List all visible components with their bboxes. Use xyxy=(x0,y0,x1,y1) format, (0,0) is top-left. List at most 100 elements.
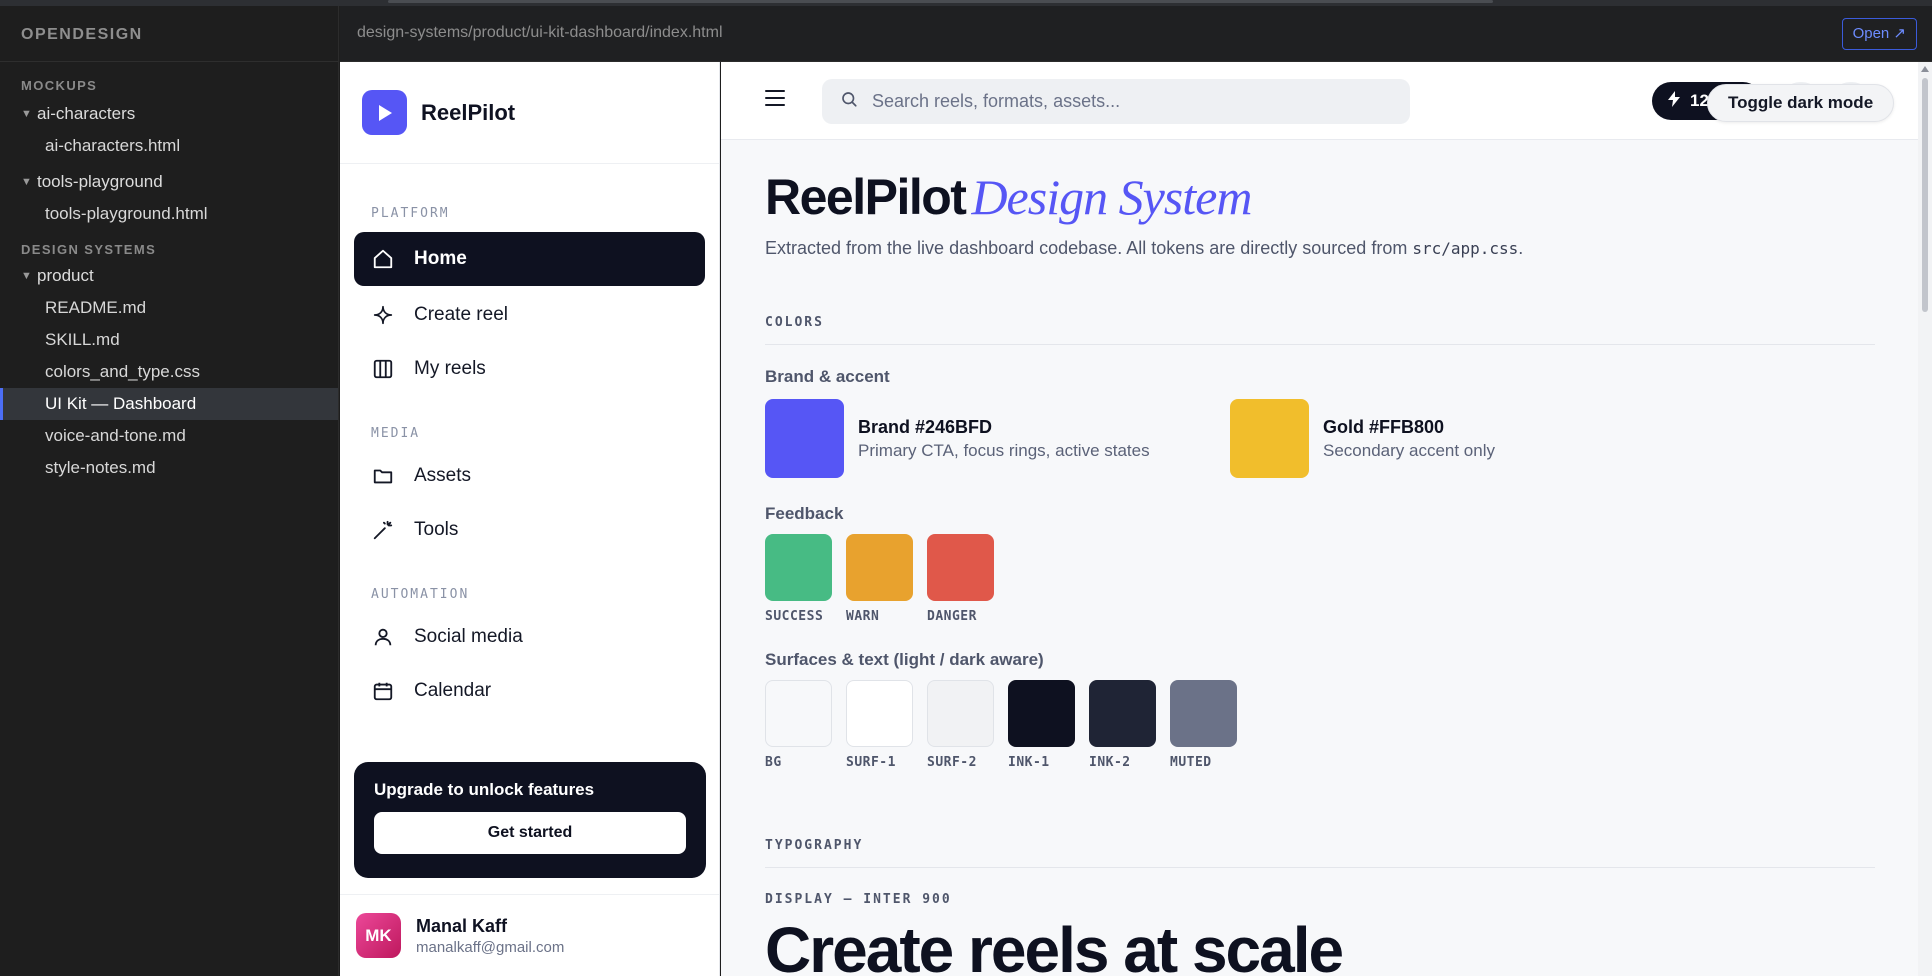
nav-item-label: Home xyxy=(414,248,467,269)
surf-1-color-chip xyxy=(846,680,913,747)
tree-folder-product[interactable]: ▼ product xyxy=(0,260,338,292)
nav-item-my-reels[interactable]: My reels xyxy=(354,342,705,396)
address-path[interactable]: design-systems/product/ui-kit-dashboard/… xyxy=(357,24,723,42)
bg-color-chip xyxy=(765,680,832,747)
swatch-label: DANGER xyxy=(927,609,977,624)
gold-swatch: Gold #FFB800 Secondary accent only xyxy=(1230,399,1695,478)
user-icon xyxy=(372,626,394,648)
tree-section-design-systems: DESIGN SYSTEMS xyxy=(21,242,157,257)
display-sample: Create reels at scale xyxy=(765,914,1344,976)
calendar-icon xyxy=(372,680,394,702)
ink-2-color-chip xyxy=(1089,680,1156,747)
tree-file-voice-and-tone[interactable]: voice-and-tone.md xyxy=(0,420,338,452)
address-bar: design-systems/product/ui-kit-dashboard/… xyxy=(340,6,1932,62)
app-logo-row[interactable]: ReelPilot xyxy=(340,62,719,164)
feedback-group-label: Feedback xyxy=(765,504,844,523)
tree-file-ai-characters[interactable]: ai-characters.html xyxy=(0,130,338,162)
nav-item-label: Tools xyxy=(414,519,459,540)
lightning-icon xyxy=(1668,90,1680,112)
nav-item-assets[interactable]: Assets xyxy=(354,449,705,503)
nav-item-label: Social media xyxy=(414,626,523,647)
menu-icon[interactable] xyxy=(765,90,785,106)
warn-color-chip xyxy=(846,534,913,601)
swatch-label: WARN xyxy=(846,609,880,624)
upgrade-card: Upgrade to unlock features Get started xyxy=(354,762,706,878)
tree-file-style-notes[interactable]: style-notes.md xyxy=(0,452,338,484)
surfaces-group-label: Surfaces & text (light / dark aware) xyxy=(765,650,1044,669)
brand-group-label: Brand & accent xyxy=(765,367,890,386)
tree-file-skill[interactable]: SKILL.md xyxy=(0,324,338,356)
sparkle-icon xyxy=(372,304,394,326)
ink-1-color-chip xyxy=(1008,680,1075,747)
brand-swatch: Brand #246BFD Primary CTA, focus rings, a… xyxy=(765,399,1230,478)
tree-section-mockups: MOCKUPS xyxy=(21,78,98,93)
feedback-swatches: SUCCESS WARN DANGER xyxy=(765,534,1875,624)
typography-heading: TYPOGRAPHY xyxy=(765,838,1875,868)
nav-item-tools[interactable]: Tools xyxy=(354,503,705,557)
play-logo-icon xyxy=(362,90,407,135)
nav-section-platform: PLATFORM xyxy=(371,206,450,221)
user-email: manalkaff@gmail.com xyxy=(416,938,565,956)
search-box[interactable] xyxy=(822,79,1410,124)
scrollbar-thumb[interactable] xyxy=(1922,78,1928,312)
open-external-button[interactable]: Open ↗ xyxy=(1841,18,1917,50)
gold-color-chip xyxy=(1230,399,1309,478)
tree-file-readme[interactable]: README.md xyxy=(0,292,338,324)
nav-item-social-media[interactable]: Social media xyxy=(354,610,705,664)
caret-down-icon: ▼ xyxy=(21,108,32,120)
tree-folder-ai-characters[interactable]: ▼ ai-characters xyxy=(0,98,338,130)
colors-heading: COLORS xyxy=(765,315,1875,345)
nav-section-media: MEDIA xyxy=(371,426,421,441)
caret-down-icon: ▼ xyxy=(21,176,32,188)
window-drag-bar[interactable] xyxy=(388,0,1493,3)
surface-swatches: BG SURF-1 SURF-2 INK-1 INK-2 MUTED xyxy=(765,680,1875,770)
brand-swatches: Brand #246BFD Primary CTA, focus rings, a… xyxy=(765,399,1875,478)
tree-file-ui-kit-dashboard[interactable]: UI Kit — Dashboard xyxy=(0,388,338,420)
swatch-label: SURF-1 xyxy=(846,755,896,770)
swatch-label: MUTED xyxy=(1170,755,1212,770)
swatch-label: SUCCESS xyxy=(765,609,824,624)
nav-item-home[interactable]: Home xyxy=(354,232,705,286)
swatch-label: INK-1 xyxy=(1008,755,1050,770)
nav-item-calendar[interactable]: Calendar xyxy=(354,664,705,718)
page-title: ReelPilot Design System xyxy=(765,169,1252,225)
swatch-label: INK-2 xyxy=(1089,755,1131,770)
app-name: ReelPilot xyxy=(421,99,516,125)
muted-color-chip xyxy=(1170,680,1237,747)
columns-icon xyxy=(372,358,394,380)
magic-wand-icon xyxy=(372,519,394,541)
app-sidebar: ReelPilot PLATFORM Home Create reel My r… xyxy=(340,62,720,976)
tree-folder-tools-playground[interactable]: ▼ tools-playground xyxy=(0,166,338,198)
surf-2-color-chip xyxy=(927,680,994,747)
file-tree-brand: OPENDESIGN xyxy=(0,6,338,62)
caret-down-icon: ▼ xyxy=(21,270,32,282)
tree-file-tools-playground[interactable]: tools-playground.html xyxy=(0,198,338,230)
get-started-button[interactable]: Get started xyxy=(374,812,686,854)
user-profile[interactable]: MK Manal Kaff manalkaff@gmail.com xyxy=(340,894,719,976)
success-color-chip xyxy=(765,534,832,601)
scrollbar[interactable] xyxy=(1918,62,1932,976)
swatch-label: SURF-2 xyxy=(927,755,977,770)
scroll-up-arrow-icon[interactable] xyxy=(1921,66,1929,72)
file-tree-panel: OPENDESIGN MOCKUPS ▼ ai-characters ai-cha… xyxy=(0,6,339,976)
brand-color-chip xyxy=(765,399,844,478)
user-name: Manal Kaff xyxy=(416,915,508,936)
nav-item-create-reel[interactable]: Create reel xyxy=(354,288,705,342)
tree-file-colors-and-type[interactable]: colors_and_type.css xyxy=(0,356,338,388)
design-system-content: ReelPilot Design System Extracted from th… xyxy=(765,140,1875,976)
search-input[interactable] xyxy=(872,91,1372,112)
toggle-dark-mode-button[interactable]: Toggle dark mode xyxy=(1707,84,1895,122)
avatar: MK xyxy=(356,913,401,958)
display-caption: DISPLAY — INTER 900 xyxy=(765,892,952,907)
upgrade-title: Upgrade to unlock features xyxy=(374,780,595,799)
danger-color-chip xyxy=(927,534,994,601)
nav-item-label: Assets xyxy=(414,465,472,486)
nav-section-automation: AUTOMATION xyxy=(371,587,470,602)
nav-item-label: Calendar xyxy=(414,680,492,701)
main-content: 12 Toggle dark mode ReelPilotDesign Syst… xyxy=(721,62,1932,976)
top-bar: 12 Toggle dark mode xyxy=(721,62,1932,140)
home-icon xyxy=(372,248,394,270)
nav-item-label: My reels xyxy=(414,358,486,379)
search-icon xyxy=(840,90,858,113)
folder-icon xyxy=(372,465,394,487)
